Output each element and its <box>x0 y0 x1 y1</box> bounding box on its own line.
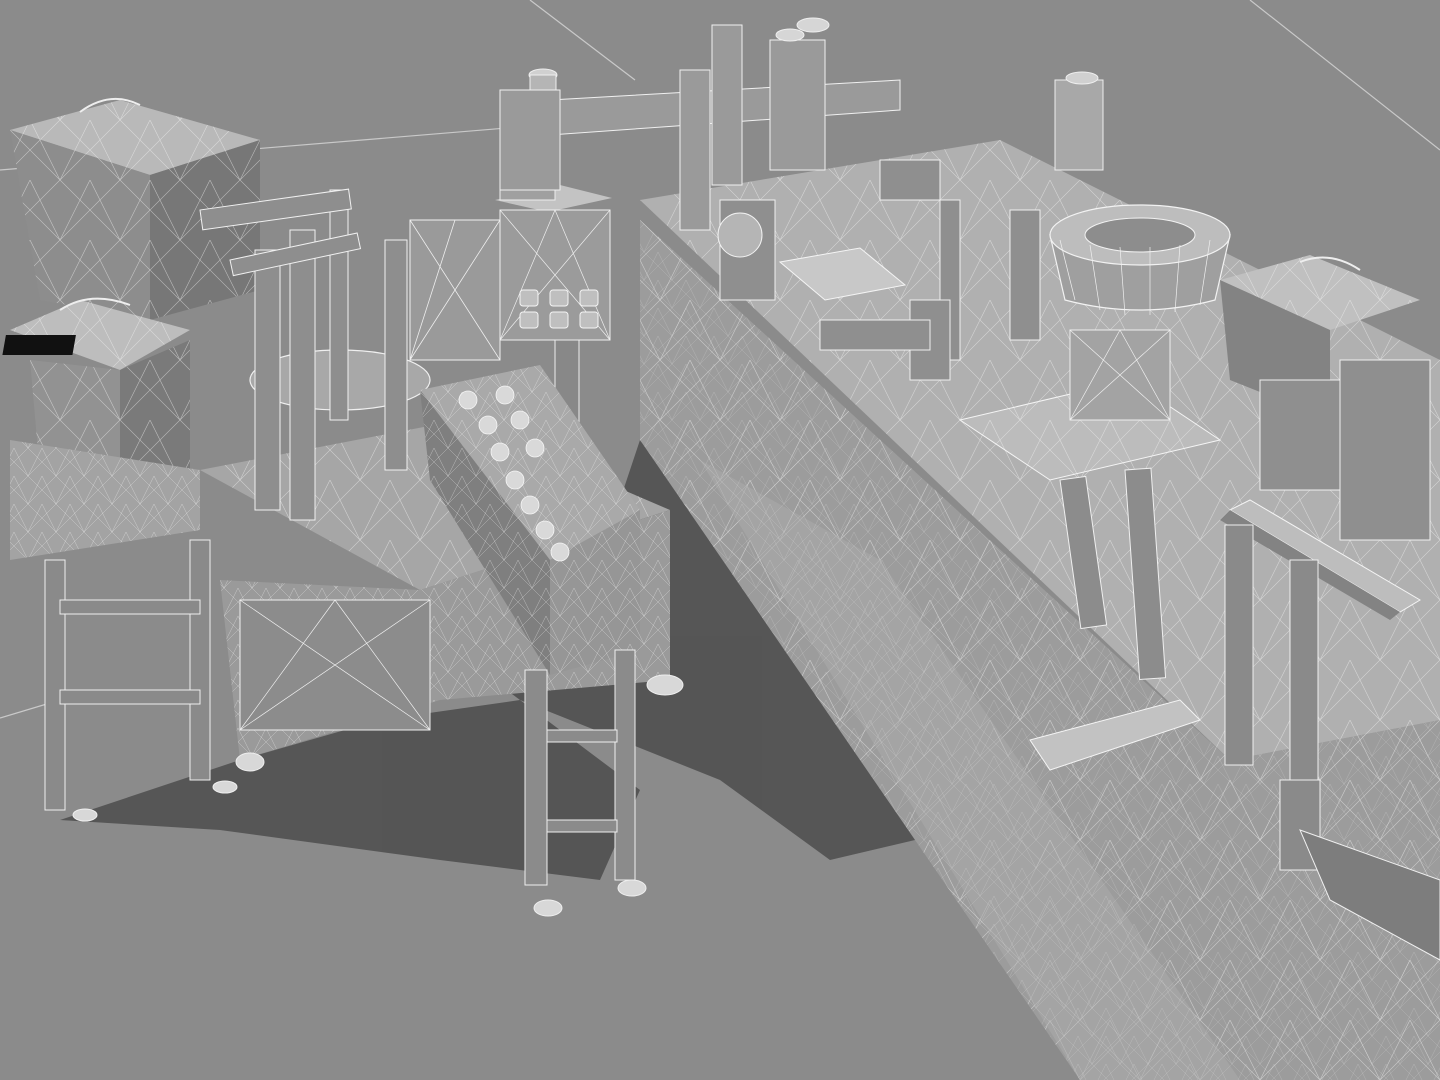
right-cylinder-column <box>1054 79 1104 171</box>
render-viewport <box>0 0 1440 1080</box>
gear <box>717 212 763 258</box>
wireframe-scene <box>0 0 1440 1080</box>
